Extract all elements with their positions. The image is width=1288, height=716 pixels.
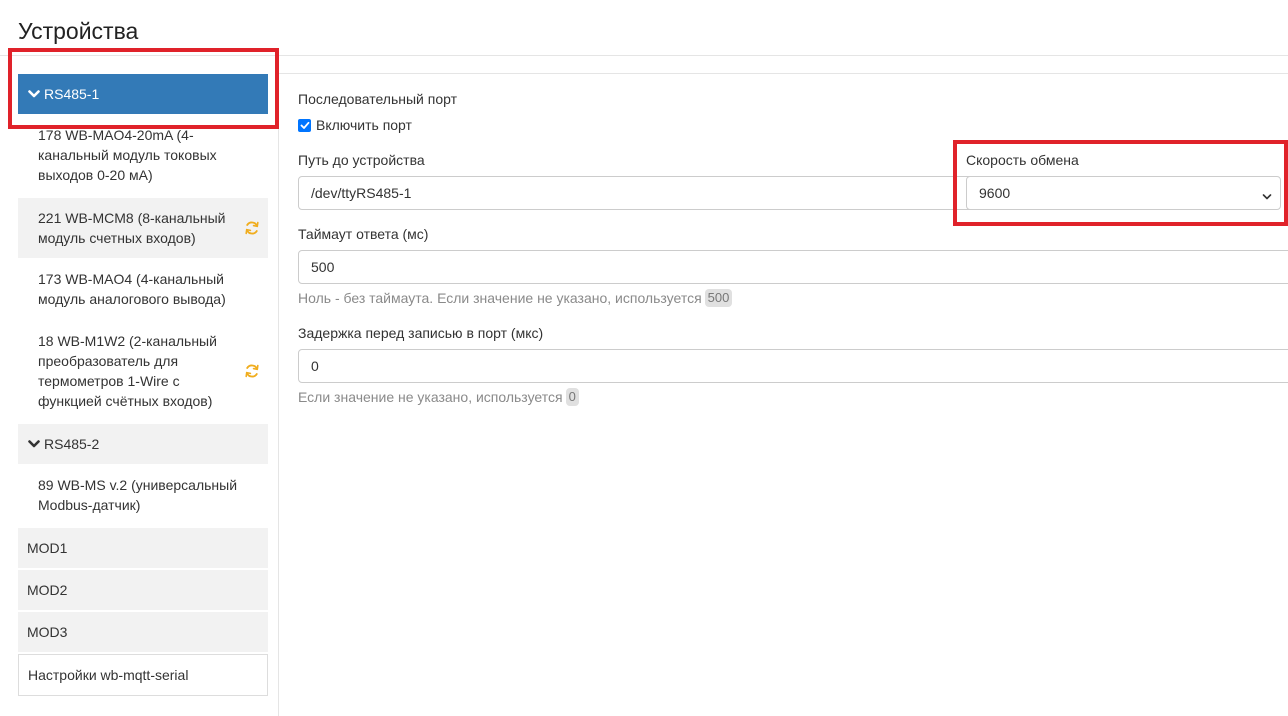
sync-icon bbox=[244, 363, 260, 379]
section-title: Последовательный порт bbox=[298, 91, 458, 107]
device-label: 221 WB-MCM8 (8-канальный модуль счетных … bbox=[38, 210, 226, 246]
sidebar-device-item[interactable]: 173 WB-MAO4 (4-канальный модуль аналогов… bbox=[18, 268, 268, 310]
response-timeout-input[interactable]: 500 bbox=[298, 250, 1288, 284]
highlight-box-port bbox=[8, 48, 279, 129]
response-timeout-label: Таймаут ответа (мс) bbox=[298, 226, 429, 242]
sidebar-item-label: MOD3 bbox=[27, 624, 68, 640]
response-timeout-help: Ноль - без таймаута. Если значение не ук… bbox=[298, 289, 733, 307]
sidebar-device-item[interactable]: 89 WB-MS v.2 (универсальный Modbus-датчи… bbox=[18, 474, 268, 516]
sidebar-item-mod2[interactable]: MOD2 bbox=[18, 570, 268, 610]
default-value-badge: 500 bbox=[704, 289, 733, 307]
sidebar-item-label: MOD2 bbox=[27, 582, 68, 598]
enable-port-row[interactable]: Включить порт bbox=[298, 117, 412, 133]
write-delay-label: Задержка перед записью в порт (мкс) bbox=[298, 325, 544, 341]
device-label: 173 WB-MAO4 (4-канальный модуль аналогов… bbox=[38, 271, 226, 307]
sidebar-device-item[interactable]: 18 WB-M1W2 (2-канальный преобразователь … bbox=[18, 330, 268, 412]
help-text: Если значение не указано, используется bbox=[298, 389, 563, 405]
check-icon bbox=[300, 121, 309, 129]
device-label: 18 WB-M1W2 (2-канальный преобразователь … bbox=[38, 333, 217, 409]
response-timeout-value: 500 bbox=[311, 259, 335, 275]
sidebar-port-label: RS485-2 bbox=[44, 436, 100, 452]
sidebar-item-settings[interactable]: Настройки wb-mqtt-serial bbox=[18, 654, 268, 696]
enable-port-checkbox[interactable] bbox=[298, 118, 311, 132]
sidebar-item-label: Настройки wb-mqtt-serial bbox=[28, 667, 189, 683]
device-path-value: /dev/ttyRS485-1 bbox=[311, 185, 412, 201]
sidebar-port-rs485-2[interactable]: RS485-2 bbox=[18, 424, 268, 464]
default-value-badge: 0 bbox=[565, 388, 579, 406]
sync-icon bbox=[244, 220, 260, 236]
device-label: 178 WB-MAO4-20mA (4-канальный модуль ток… bbox=[38, 127, 217, 183]
content-divider bbox=[279, 73, 1288, 74]
highlight-box-baud-rate bbox=[953, 140, 1288, 226]
device-path-label: Путь до устройства bbox=[298, 152, 425, 168]
write-delay-value: 0 bbox=[311, 358, 319, 374]
enable-port-label: Включить порт bbox=[316, 117, 412, 133]
sidebar-item-mod1[interactable]: MOD1 bbox=[18, 528, 268, 568]
device-label: 89 WB-MS v.2 (универсальный Modbus-датчи… bbox=[38, 477, 238, 513]
page-title: Устройства bbox=[18, 18, 139, 44]
help-text: Ноль - без таймаута. Если значение не ук… bbox=[298, 290, 702, 306]
sidebar-device-item[interactable]: 178 WB-MAO4-20mA (4-канальный модуль ток… bbox=[18, 125, 268, 185]
chevron-down-icon bbox=[28, 439, 42, 449]
write-delay-input[interactable]: 0 bbox=[298, 349, 1288, 383]
write-delay-help: Если значение не указано, используется 0 bbox=[298, 388, 579, 406]
sidebar-device-item[interactable]: 221 WB-MCM8 (8-канальный модуль счетных … bbox=[18, 198, 268, 258]
sidebar-item-label: MOD1 bbox=[27, 540, 68, 556]
device-path-input[interactable]: /dev/ttyRS485-1 bbox=[298, 176, 988, 210]
sidebar-item-mod3[interactable]: MOD3 bbox=[18, 612, 268, 652]
